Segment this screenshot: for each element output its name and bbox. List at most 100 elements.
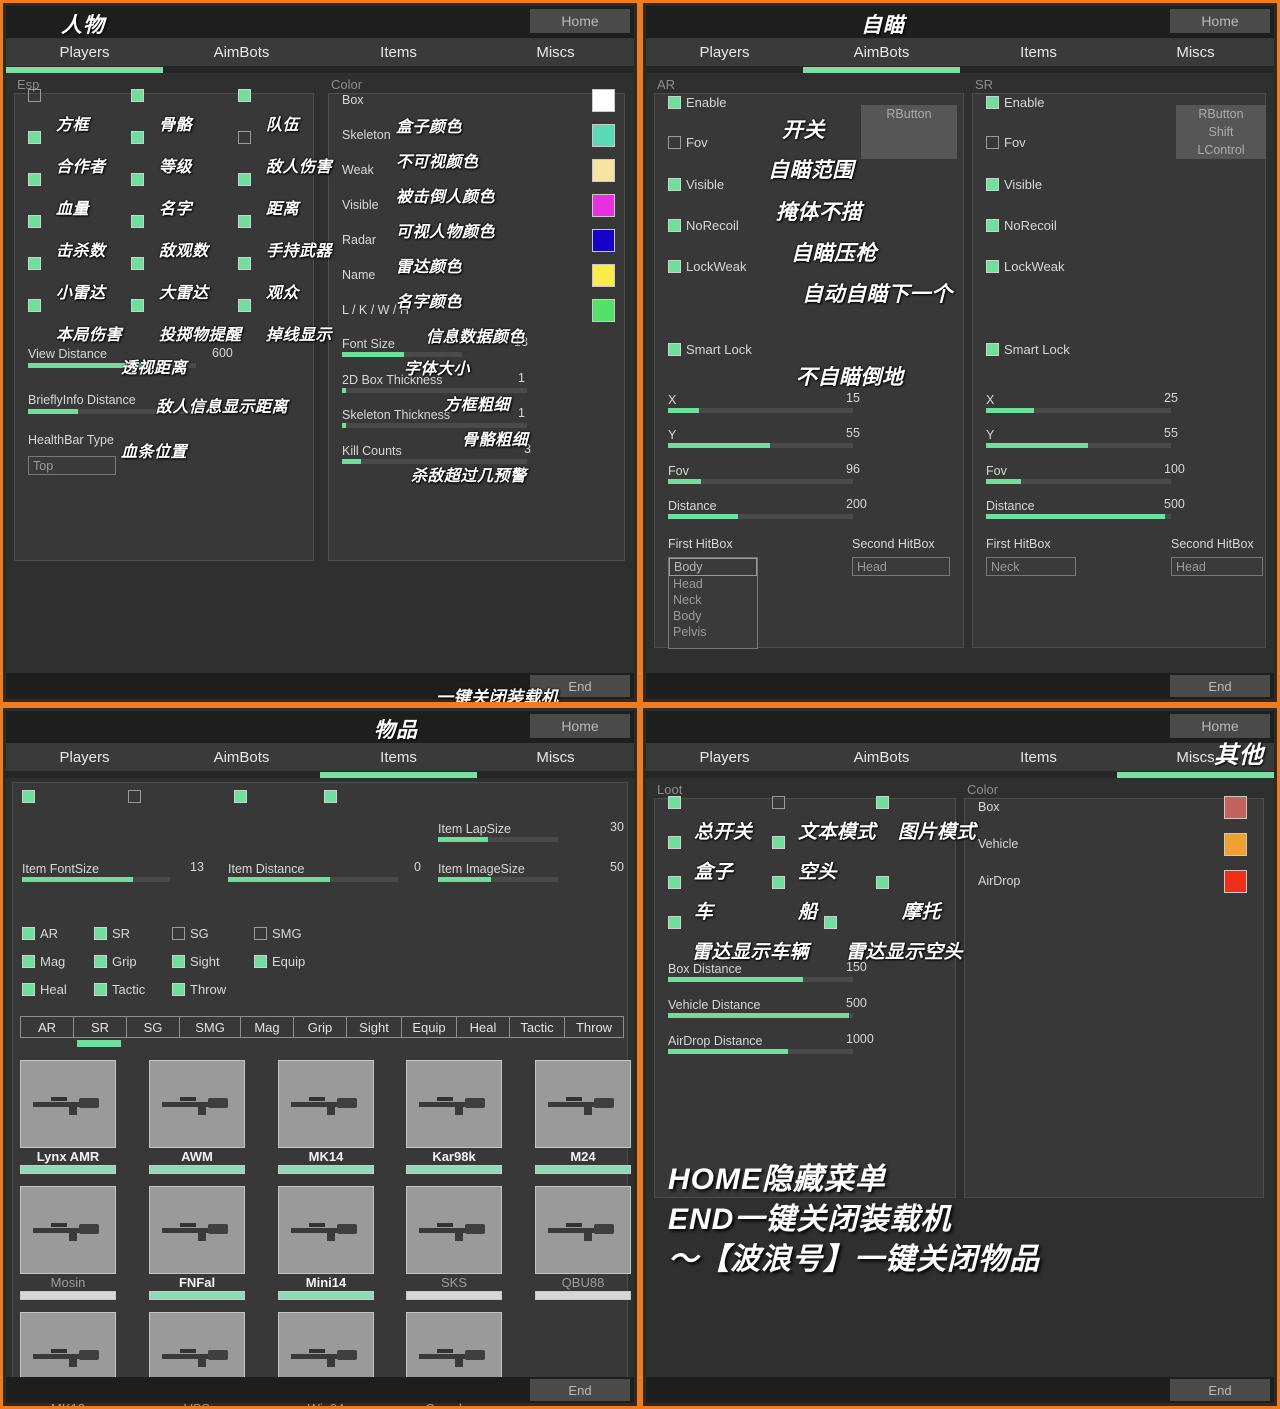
color-swatch-6[interactable] bbox=[592, 299, 615, 322]
color-slider-3[interactable]: Kill Counts 3 bbox=[342, 442, 531, 464]
sr-slider-2[interactable]: Fov 100 bbox=[986, 462, 1185, 484]
checkbox-box[interactable] bbox=[22, 790, 35, 803]
checkbox-box[interactable] bbox=[238, 299, 251, 312]
item-cat-checkbox-6[interactable]: Sight bbox=[172, 954, 220, 969]
checkbox-box[interactable] bbox=[668, 219, 681, 232]
esp-checkbox-7[interactable] bbox=[131, 173, 149, 186]
item-cat-checkbox-10[interactable]: Throw bbox=[172, 982, 226, 997]
item-category-tab-2[interactable]: SG bbox=[126, 1016, 180, 1038]
weapon-card-5[interactable]: Mosin bbox=[20, 1186, 116, 1300]
checkbox-box[interactable] bbox=[234, 790, 247, 803]
item-toggle-3[interactable] bbox=[324, 790, 342, 803]
esp-checkbox-1[interactable] bbox=[131, 89, 149, 102]
ar-hitbox-item-2[interactable]: Neck bbox=[669, 592, 757, 608]
checkbox-box[interactable] bbox=[94, 983, 107, 996]
color-slider-0-track[interactable] bbox=[342, 352, 462, 357]
tab-players-3[interactable]: Players bbox=[6, 743, 163, 771]
item-distance-slider-track[interactable] bbox=[228, 877, 398, 882]
checkbox-box[interactable] bbox=[772, 836, 785, 849]
sr-second-hitbox-combo[interactable]: Head bbox=[1171, 557, 1263, 576]
weapon-thumb-9[interactable] bbox=[535, 1186, 631, 1274]
checkbox-box[interactable] bbox=[22, 927, 35, 940]
checkbox-box[interactable] bbox=[986, 219, 999, 232]
tab-aimbots-4[interactable]: AimBots bbox=[803, 743, 960, 771]
loot-checkbox-1[interactable] bbox=[772, 796, 790, 809]
checkbox-box[interactable] bbox=[131, 215, 144, 228]
checkbox-box[interactable] bbox=[986, 96, 999, 109]
checkbox-box[interactable] bbox=[22, 983, 35, 996]
checkbox-box[interactable] bbox=[28, 215, 41, 228]
weapon-card-6[interactable]: FNFal bbox=[149, 1186, 245, 1300]
esp-checkbox-15[interactable] bbox=[28, 299, 46, 312]
checkbox-box[interactable] bbox=[128, 790, 141, 803]
color-swatch-1[interactable] bbox=[592, 124, 615, 147]
checkbox-box[interactable] bbox=[324, 790, 337, 803]
item-lapsize-slider-track[interactable] bbox=[438, 837, 558, 842]
sr-hotkey-1[interactable]: Shift bbox=[1176, 123, 1266, 141]
sr-slider-3[interactable]: Distance 500 bbox=[986, 497, 1185, 519]
loot-checkbox-9[interactable] bbox=[824, 916, 842, 929]
sr-checkbox-2[interactable]: Visible bbox=[986, 177, 1042, 192]
checkbox-box[interactable] bbox=[238, 89, 251, 102]
sr-slider-3-track[interactable] bbox=[986, 514, 1171, 519]
checkbox-box[interactable] bbox=[131, 173, 144, 186]
slider-brieflyinfo-distance[interactable]: BrieflyInfo Distance bbox=[28, 391, 213, 414]
item-cat-checkbox-3[interactable]: SMG bbox=[254, 926, 302, 941]
esp-checkbox-0[interactable] bbox=[28, 89, 46, 102]
checkbox-box[interactable] bbox=[28, 299, 41, 312]
item-cat-checkbox-9[interactable]: Tactic bbox=[94, 982, 145, 997]
tab-aimbots-3[interactable]: AimBots bbox=[163, 743, 320, 771]
item-category-tab-7[interactable]: Equip bbox=[401, 1016, 457, 1038]
checkbox-box[interactable] bbox=[131, 299, 144, 312]
misc-color-swatch-1[interactable] bbox=[1224, 833, 1247, 856]
sr-slider-2-track[interactable] bbox=[986, 479, 1171, 484]
loot-checkbox-6[interactable] bbox=[772, 876, 790, 889]
weapon-bar-4[interactable] bbox=[535, 1165, 631, 1174]
sr-hotkey-0[interactable]: RButton bbox=[1176, 105, 1266, 123]
item-cat-checkbox-4[interactable]: Mag bbox=[22, 954, 65, 969]
checkbox-box[interactable] bbox=[876, 876, 889, 889]
weapon-thumb-2[interactable] bbox=[278, 1060, 374, 1148]
esp-checkbox-13[interactable] bbox=[131, 257, 149, 270]
tab-items-3[interactable]: Items bbox=[320, 743, 477, 771]
misc-color-swatch-2[interactable] bbox=[1224, 870, 1247, 893]
item-toggle-0[interactable] bbox=[22, 790, 40, 803]
checkbox-box[interactable] bbox=[28, 131, 41, 144]
ar-checkbox-0[interactable]: Enable bbox=[668, 95, 726, 110]
tab-players[interactable]: Players bbox=[6, 38, 163, 66]
sr-slider-1[interactable]: Y 55 bbox=[986, 426, 1178, 448]
ar-checkbox-4[interactable]: LockWeak bbox=[668, 259, 746, 274]
ar-hotkey-1[interactable] bbox=[861, 123, 957, 141]
end-button-3[interactable]: End bbox=[530, 1379, 630, 1401]
ar-checkbox-1[interactable]: Fov bbox=[668, 135, 708, 150]
checkbox-box[interactable] bbox=[238, 131, 251, 144]
checkbox-box[interactable] bbox=[772, 876, 785, 889]
ar-hotkey-0[interactable]: RButton bbox=[861, 105, 957, 123]
sr-slider-0-track[interactable] bbox=[986, 408, 1171, 413]
loot-slider-1[interactable]: Vehicle Distance 500 bbox=[668, 996, 867, 1018]
ar-checkbox-5[interactable]: Smart Lock bbox=[668, 342, 752, 357]
loot-slider-0-track[interactable] bbox=[668, 977, 853, 982]
ar-hitbox-item-3[interactable]: Body bbox=[669, 608, 757, 624]
end-button-2[interactable]: End bbox=[1170, 675, 1270, 697]
color-slider-1[interactable]: 2D Box Thickness 1 bbox=[342, 371, 527, 393]
esp-checkbox-2[interactable] bbox=[238, 89, 256, 102]
tab-miscs-2[interactable]: Miscs bbox=[1117, 38, 1274, 66]
color-swatch-5[interactable] bbox=[592, 264, 615, 287]
checkbox-box[interactable] bbox=[824, 916, 837, 929]
sr-checkbox-1[interactable]: Fov bbox=[986, 135, 1026, 150]
checkbox-box[interactable] bbox=[668, 876, 681, 889]
end-button-4[interactable]: End bbox=[1170, 1379, 1270, 1401]
tab-items-2[interactable]: Items bbox=[960, 38, 1117, 66]
color-slider-2[interactable]: Skeleton Thickness 1 bbox=[342, 406, 527, 428]
ar-slider-3-track[interactable] bbox=[668, 514, 853, 519]
tab-miscs[interactable]: Miscs bbox=[477, 38, 634, 66]
ar-hitbox-item-1[interactable]: Head bbox=[669, 576, 757, 592]
tab-players-4[interactable]: Players bbox=[646, 743, 803, 771]
tab-aimbots[interactable]: AimBots bbox=[163, 38, 320, 66]
ar-slider-1-track[interactable] bbox=[668, 443, 853, 448]
color-slider-1-track[interactable] bbox=[342, 388, 527, 393]
esp-checkbox-14[interactable] bbox=[238, 257, 256, 270]
checkbox-box[interactable] bbox=[28, 89, 41, 102]
color-swatch-3[interactable] bbox=[592, 194, 615, 217]
